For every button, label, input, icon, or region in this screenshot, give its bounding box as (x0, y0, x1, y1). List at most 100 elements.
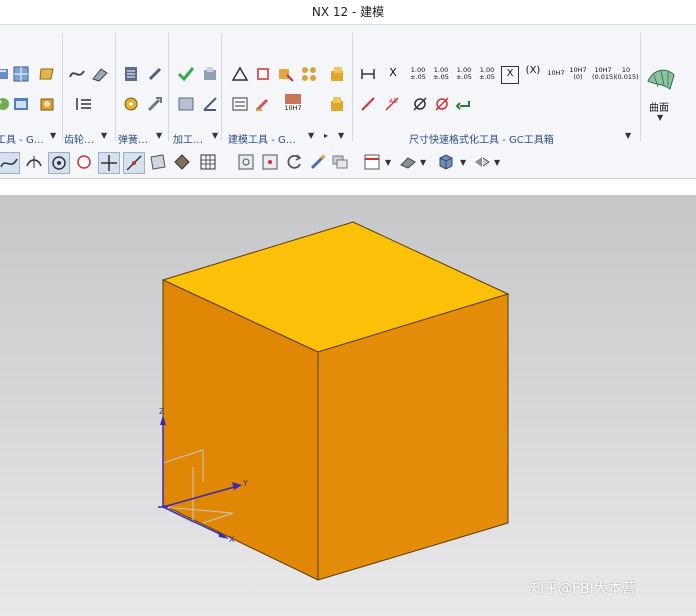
group-modeling-tools: 10H7 建模工具 - G… ▼ ▸ ▼ (222, 27, 352, 146)
dim-button-4-bottom: ±.05 (479, 73, 495, 81)
fit-button-4[interactable]: 10 (0.015) (615, 67, 639, 81)
spring-list-icon[interactable] (122, 65, 140, 83)
paren-x-button[interactable]: (X) (523, 65, 543, 76)
group-modeling-more-dropdown-icon[interactable]: ▼ (338, 131, 344, 140)
dim-button-1[interactable]: 1.00 ±.05 (408, 67, 428, 81)
surface-icon (646, 63, 676, 91)
dimension-icon[interactable] (359, 65, 377, 83)
grid-snap-icon[interactable] (198, 152, 218, 172)
pan-icon[interactable] (308, 152, 328, 172)
spring-coin-icon[interactable] (122, 95, 140, 113)
table-icon[interactable] (231, 95, 249, 113)
gear-tool-icon[interactable] (91, 65, 109, 83)
group-label-machining[interactable]: 加工… (173, 131, 203, 146)
rotate-icon[interactable] (284, 152, 304, 172)
view-orient-dropdown-icon[interactable]: ▼ (385, 158, 391, 167)
bounded-grid-icon[interactable] (172, 152, 192, 172)
center-point-icon[interactable] (48, 152, 70, 174)
fit-button-2[interactable]: 10H7 (0) (567, 67, 589, 81)
group-dimension-dropdown-icon[interactable]: ▼ (625, 131, 631, 140)
window-icon[interactable] (12, 95, 30, 113)
point-on-face-icon[interactable] (148, 152, 168, 172)
quadrant-point-icon[interactable] (74, 152, 94, 172)
machine-sheet-icon[interactable] (177, 95, 195, 113)
spline-icon[interactable] (0, 152, 20, 174)
dimension-text-icon[interactable]: AB (383, 95, 401, 113)
diameter-red-icon[interactable] (433, 95, 451, 113)
gear-table-icon[interactable] (75, 95, 93, 113)
angle-icon[interactable] (201, 95, 219, 113)
diameter-icon[interactable] (411, 95, 429, 113)
point-on-curve-icon[interactable] (123, 152, 145, 174)
gear-box-icon[interactable] (38, 95, 56, 113)
group-tools-dropdown-icon[interactable]: ▼ (50, 131, 56, 140)
edit-section-icon[interactable] (472, 152, 492, 172)
fit-button-3[interactable]: 10H7 (0.015) (592, 67, 616, 81)
group-gear-dropdown-icon[interactable]: ▼ (101, 131, 107, 140)
group-label-dimension-format[interactable]: 尺寸快速格式化工具 - GC工具箱 (409, 131, 554, 146)
svg-text:AB: AB (389, 98, 397, 105)
dim-button-2[interactable]: 1.00 ±.05 (431, 67, 451, 81)
box-move-icon[interactable] (328, 95, 346, 113)
pattern-icon[interactable] (300, 65, 318, 83)
block-edit-icon[interactable] (277, 65, 295, 83)
model-canvas[interactable]: Z Y X (0, 195, 696, 616)
tangent-icon[interactable] (24, 152, 44, 172)
group-machining-dropdown-icon[interactable]: ▼ (212, 131, 218, 140)
surface-button[interactable]: 曲面 ▼ (641, 27, 696, 145)
box-stack-icon[interactable] (328, 65, 346, 83)
group-spring: 弹簧… ▼ (116, 27, 168, 146)
surface-label: 曲面 (649, 103, 669, 114)
note-icon[interactable] (38, 65, 56, 83)
window-title: NX 12 - 建模 (0, 0, 696, 24)
group-gear: 齿轮… ▼ (63, 27, 115, 146)
group-label-tools[interactable]: 工具 - G… (0, 131, 44, 146)
dim-tool-icon[interactable] (0, 65, 12, 83)
boxed-x-button[interactable]: X (501, 66, 519, 84)
surface-dropdown-icon[interactable]: ▼ (657, 113, 663, 122)
group-dimension-format: AB X 1.00 ±.05 1.00 ±.05 1.00 ±.05 1.00 … (353, 27, 639, 146)
group-modeling-dropdown-icon[interactable]: ▼ (308, 131, 314, 140)
graphics-viewport[interactable]: Z Y X (0, 195, 696, 616)
layer-icon[interactable] (330, 152, 350, 172)
group-label-modeling-tools[interactable]: 建模工具 - G… (228, 131, 296, 146)
render-style-dropdown-icon[interactable]: ▼ (420, 158, 426, 167)
sheet-icon[interactable] (254, 65, 272, 83)
group-modeling-more-icon[interactable]: ▸ (324, 131, 328, 140)
machine-icon[interactable] (201, 65, 219, 83)
shaded-cube-dropdown-icon[interactable]: ▼ (460, 158, 466, 167)
fit-view-icon[interactable] (236, 152, 256, 172)
group-label-gear[interactable]: 齿轮… (64, 131, 94, 146)
triad-x-label: X (229, 535, 235, 544)
spacer (0, 179, 696, 195)
palette-icon[interactable] (0, 95, 12, 113)
view-orient-icon[interactable] (362, 152, 382, 172)
group-machining: 加工… ▼ (169, 27, 221, 146)
group-label-spring[interactable]: 弹簧… (118, 131, 148, 146)
gear-curve-icon[interactable] (68, 65, 86, 83)
watermark-text: 知乎@FBI大本营 (530, 581, 636, 597)
paren-x-label: X (529, 65, 537, 76)
zoom-icon[interactable] (260, 152, 280, 172)
render-style-icon[interactable] (398, 152, 418, 172)
dim-button-2-bottom: ±.05 (433, 73, 449, 81)
spring-wrench-icon[interactable] (146, 95, 164, 113)
undo-icon[interactable] (455, 95, 473, 113)
shaded-cube-icon[interactable] (436, 152, 456, 172)
group-spring-dropdown-icon[interactable]: ▼ (156, 131, 162, 140)
hole-label: 10H7 (284, 104, 302, 112)
edit-section-dropdown-icon[interactable]: ▼ (494, 158, 500, 167)
spring-pen-icon[interactable] (146, 65, 164, 83)
hole-icon[interactable]: 10H7 (282, 91, 304, 117)
dim-button-3[interactable]: 1.00 ±.05 (454, 67, 474, 81)
dim-button-4[interactable]: 1.00 ±.05 (477, 67, 497, 81)
check-icon[interactable] (177, 65, 195, 83)
triad-y-label: Y (242, 479, 248, 488)
grid-icon[interactable] (12, 65, 30, 83)
x-button[interactable]: X (387, 67, 399, 78)
fit-button-1[interactable]: 10H7 (545, 70, 567, 77)
edit-pen-icon[interactable] (254, 95, 272, 113)
triangle-icon[interactable] (231, 65, 249, 83)
dimension-red-icon[interactable] (359, 95, 377, 113)
intersection-icon[interactable] (98, 152, 120, 174)
